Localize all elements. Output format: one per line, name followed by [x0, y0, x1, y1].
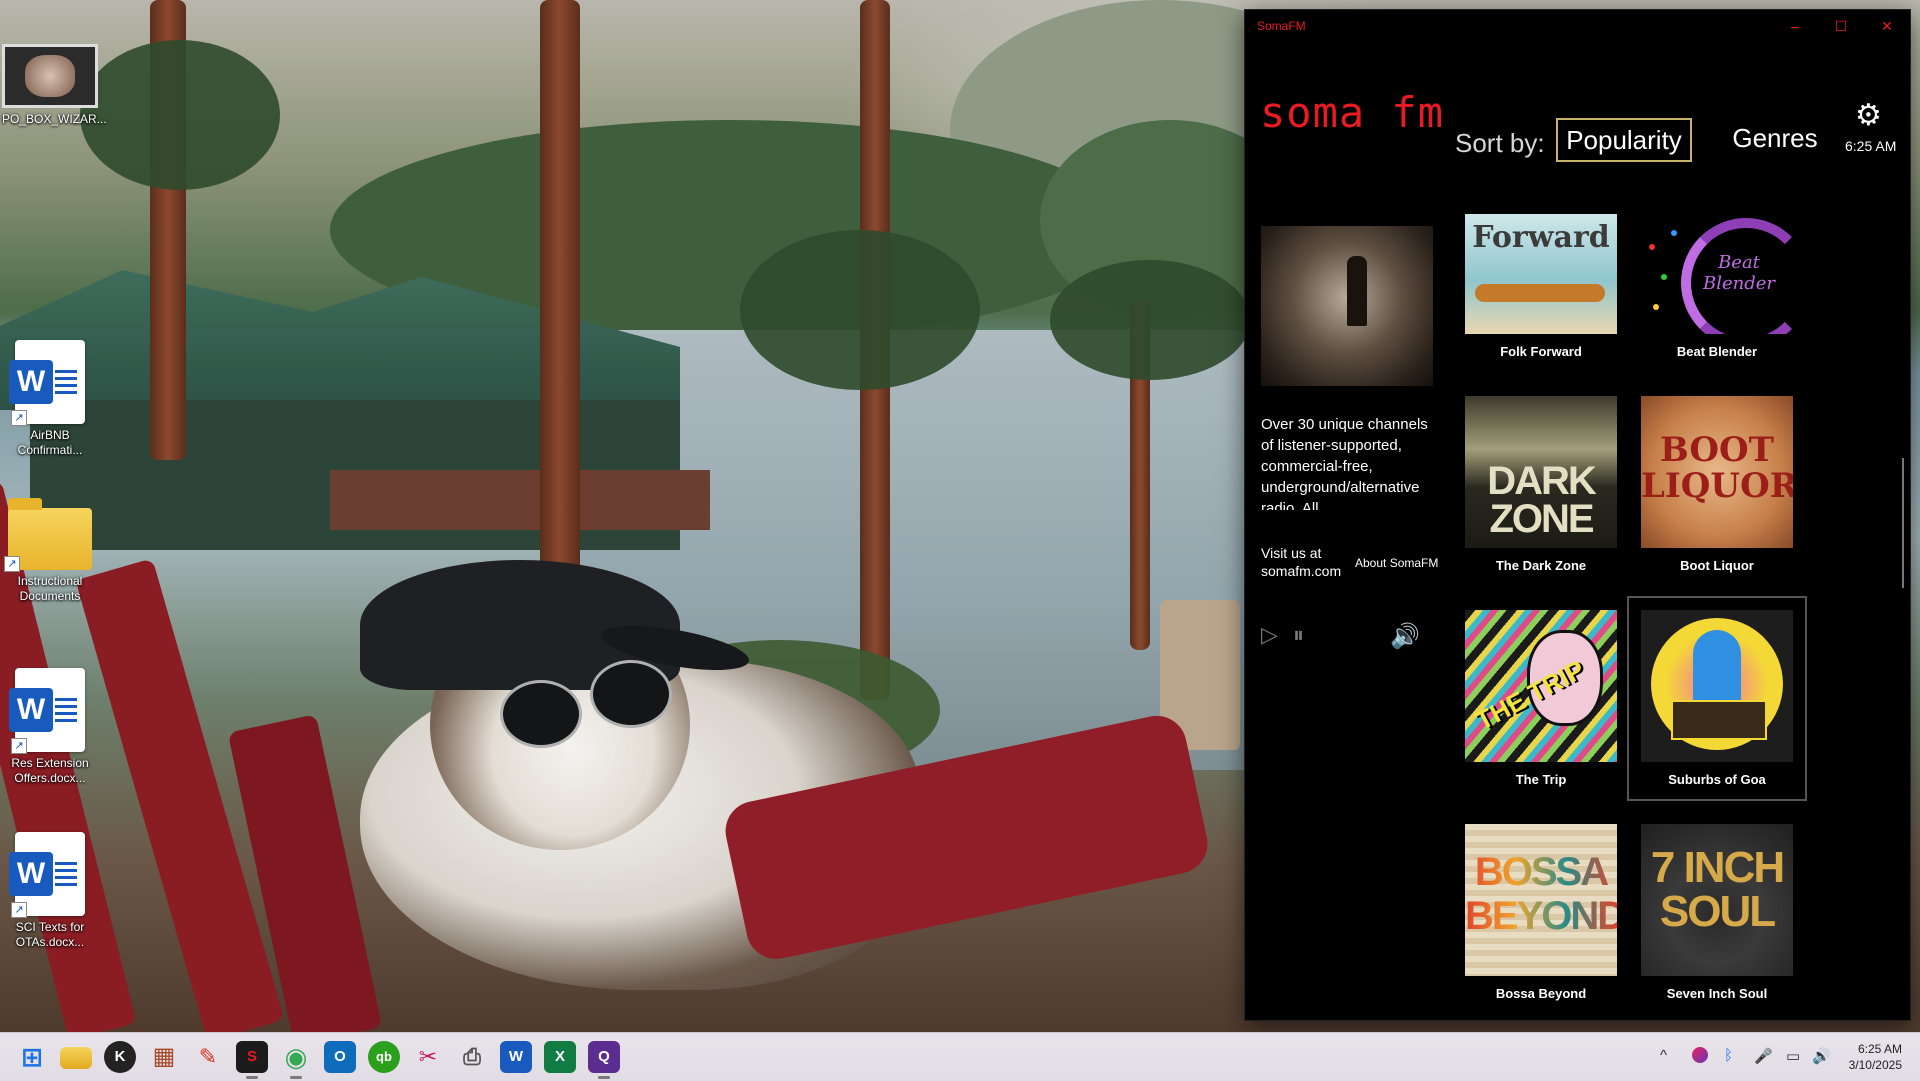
printer-app-icon[interactable]: ⎙	[456, 1041, 488, 1073]
grid-app-icon[interactable]: ▦	[148, 1041, 180, 1073]
channel-tile-beat-blender[interactable]: Beat Blender Beat Blender	[1641, 214, 1793, 359]
system-clock[interactable]: 6:25 AM 3/10/2025	[1849, 1041, 1902, 1073]
shortcut-arrow-icon: ↗	[11, 902, 27, 918]
colorful-tray-app-icon[interactable]	[1692, 1047, 1708, 1063]
channel-list-scrollbar[interactable]	[1902, 458, 1904, 588]
shortcut-arrow-icon: ↗	[11, 738, 27, 754]
desktop-icon-sci-texts[interactable]: W ↗ SCI Texts for OTAs.docx...	[2, 832, 98, 950]
channel-name: The Dark Zone	[1495, 558, 1587, 573]
somafm-description: Over 30 unique channels of listener-supp…	[1261, 416, 1428, 510]
desktop-icon-video[interactable]: PO_BOX_WIZAR...	[2, 44, 107, 127]
now-playing-image	[1261, 226, 1433, 386]
show-hidden-icons-chevron-icon[interactable]: ^	[1660, 1047, 1667, 1064]
sort-popularity-button[interactable]: Popularity	[1556, 118, 1692, 162]
channel-name: Bossa Beyond	[1495, 986, 1587, 1001]
minimize-button[interactable]: –	[1772, 10, 1818, 42]
shortcut-arrow-icon: ↗	[11, 410, 27, 426]
channel-name: Seven Inch Soul	[1666, 986, 1768, 1001]
channel-name: Folk Forward	[1500, 344, 1582, 359]
channel-tile-seven-inch-soul[interactable]: 7 INCH SOUL Seven Inch Soul	[1641, 824, 1793, 1001]
beat-blender-artwork: Beat Blender	[1641, 214, 1793, 334]
outlook-icon[interactable]: O	[324, 1041, 356, 1073]
channel-tile-suburbs-of-goa[interactable]: Suburbs of Goa	[1627, 596, 1807, 801]
channel-name: Beat Blender	[1676, 344, 1758, 359]
volume-icon[interactable]: 🔊	[1390, 622, 1420, 651]
channel-tile-bossa-beyond[interactable]: BOSSA BEYOND Bossa Beyond	[1465, 824, 1617, 1001]
desktop-icon-label: Instructional Documents	[17, 574, 83, 603]
desktop-icon-label: Res Extension Offers.docx...	[11, 756, 89, 785]
channel-tile-the-dark-zone[interactable]: DARK ZONE The Dark Zone	[1465, 396, 1617, 573]
channel-name: Suburbs of Goa	[1668, 772, 1766, 787]
boot-liquor-artwork: BOOT LIQUOR	[1641, 396, 1793, 548]
windows-start-icon[interactable]: ⊞	[16, 1041, 48, 1073]
sort-genres-button[interactable]: Genres	[1725, 118, 1825, 158]
channel-name: The Trip	[1515, 772, 1567, 787]
maximize-button[interactable]: ☐	[1818, 10, 1864, 42]
microphone-icon[interactable]: 🎤	[1754, 1047, 1773, 1065]
sort-by-label: Sort by:	[1455, 128, 1545, 158]
seven-inch-soul-artwork: 7 INCH SOUL	[1641, 824, 1793, 976]
word-document-icon: W ↗	[9, 668, 85, 754]
chrome-icon[interactable]: ◉	[280, 1041, 312, 1079]
shortcut-arrow-icon: ↗	[4, 556, 20, 572]
pause-icon[interactable]: ⏸	[1293, 622, 1304, 648]
app-icon[interactable]: Q	[588, 1041, 620, 1079]
bossa-beyond-artwork: BOSSA BEYOND	[1465, 824, 1617, 976]
channel-name: Boot Liquor	[1680, 558, 1754, 573]
k-app-icon[interactable]: K	[104, 1041, 136, 1073]
about-somafm-link[interactable]: About SomaFM	[1355, 556, 1440, 570]
video-file-icon	[2, 44, 98, 108]
channel-tile-folk-forward[interactable]: Forward Folk Forward	[1465, 214, 1617, 359]
clock-time: 6:25 AM	[1857, 1042, 1902, 1056]
settings-gear-icon[interactable]: ⚙	[1855, 98, 1882, 133]
desktop-icon-label: PO_BOX_WIZAR...	[2, 112, 107, 126]
title-bar[interactable]: SomaFM – ☐ ✕	[1245, 10, 1910, 42]
bluetooth-icon[interactable]: ᛒ	[1724, 1047, 1733, 1064]
the-trip-artwork: THE TRIP	[1465, 610, 1617, 762]
play-icon[interactable]: ▷	[1261, 622, 1278, 648]
somafm-window: SomaFM – ☐ ✕ soma fm Sort by: Popularity…	[1245, 10, 1910, 1020]
network-icon[interactable]: ▭	[1786, 1047, 1800, 1065]
word-document-icon: W ↗	[9, 340, 85, 426]
soma-fm-logo: soma fm	[1260, 88, 1445, 137]
somafm-app-icon[interactable]: S	[236, 1041, 268, 1079]
channel-tile-the-trip[interactable]: THE TRIP The Trip	[1465, 610, 1617, 787]
desktop-icon-airbnb[interactable]: W ↗ AirBNB Confirmati...	[2, 340, 98, 458]
close-button[interactable]: ✕	[1864, 10, 1910, 42]
folk-forward-artwork: Forward	[1465, 214, 1617, 334]
suburbs-of-goa-artwork	[1641, 610, 1793, 762]
snipping-tool-icon[interactable]: ✂	[412, 1041, 444, 1073]
word-document-icon: W ↗	[9, 832, 85, 918]
clock-date: 3/10/2025	[1848, 1058, 1902, 1072]
desktop-icon-instructional-documents[interactable]: ↗ Instructional Documents	[2, 498, 98, 604]
quickbooks-icon[interactable]: qb	[368, 1041, 400, 1073]
channel-tile-boot-liquor[interactable]: BOOT LIQUOR Boot Liquor	[1641, 396, 1793, 573]
excel-icon[interactable]: X	[544, 1041, 576, 1073]
visit-somafm-link[interactable]: Visit us at somafm.com	[1261, 544, 1351, 580]
desktop-icon-label: SCI Texts for OTAs.docx...	[15, 920, 85, 949]
folder-icon: ↗	[4, 498, 92, 572]
word-icon[interactable]: W	[500, 1041, 532, 1073]
dark-zone-artwork: DARK ZONE	[1465, 396, 1617, 548]
notes-app-icon[interactable]: ✎	[192, 1041, 224, 1073]
file-explorer-icon[interactable]	[60, 1047, 92, 1069]
taskbar: ⊞ K ▦ ✎ S ◉ O qb ✂ ⎙ W X Q ^ ᛒ 🎤 ▭ 🔊 6:2…	[0, 1032, 1920, 1081]
window-title: SomaFM	[1257, 19, 1306, 33]
volume-tray-icon[interactable]: 🔊	[1812, 1047, 1831, 1065]
desktop-icon-res-extension[interactable]: W ↗ Res Extension Offers.docx...	[2, 668, 98, 786]
app-clock: 6:25 AM	[1845, 138, 1897, 154]
desktop-icon-label: AirBNB Confirmati...	[17, 428, 83, 457]
